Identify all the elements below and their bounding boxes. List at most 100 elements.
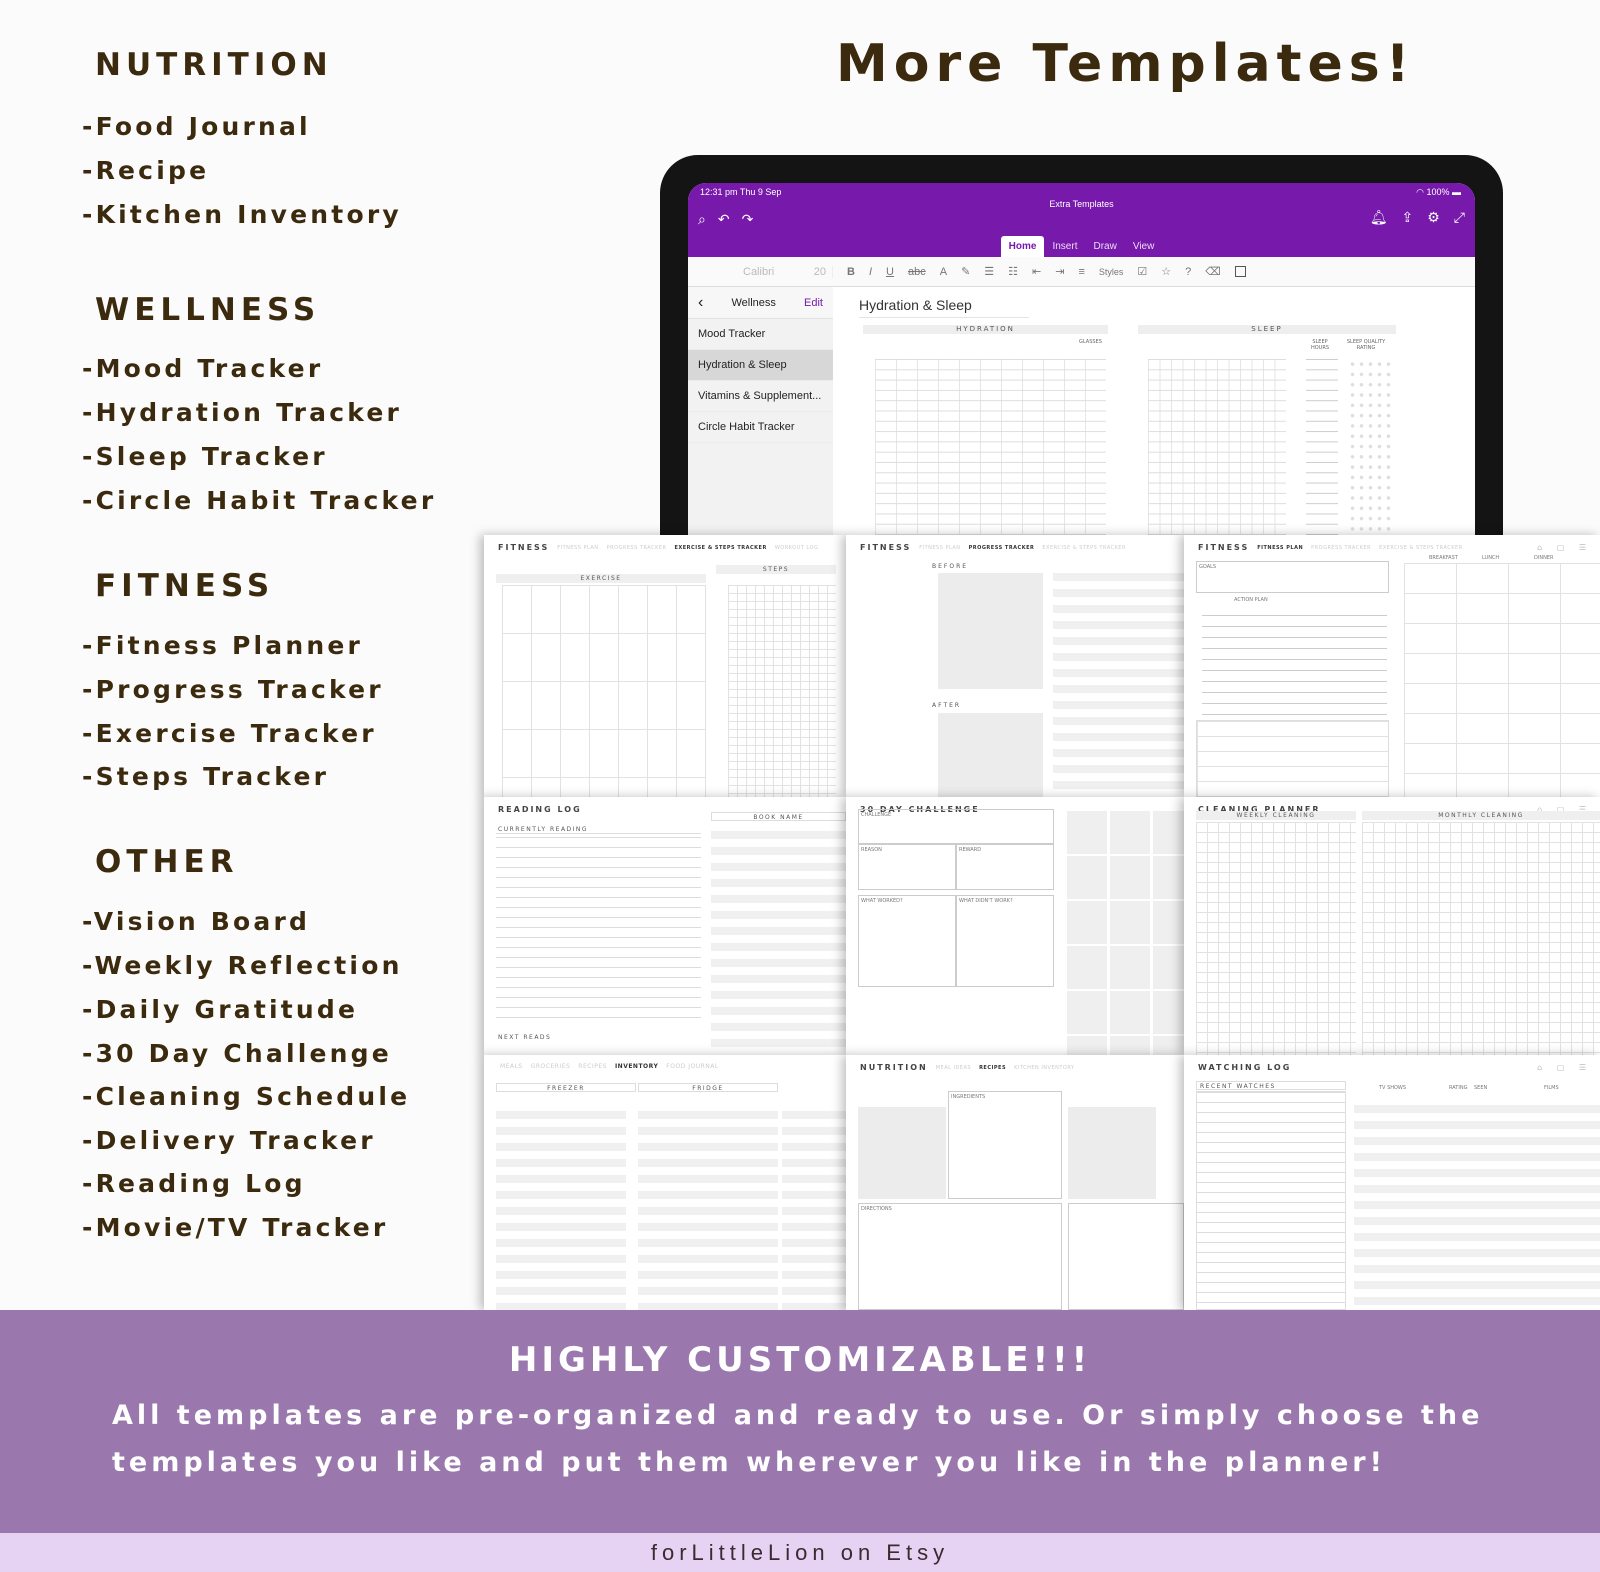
list-item: -Recipe xyxy=(82,156,210,185)
challenge-box[interactable]: CHALLENGE xyxy=(858,809,1054,844)
page-canvas[interactable]: Hydration & Sleep HYDRATION GLASSES SLEE… xyxy=(833,287,1475,555)
sleep-hours-label: SLEEP HOURS xyxy=(1310,339,1329,351)
font-size-select[interactable]: 20 xyxy=(814,266,832,278)
indent-icon[interactable]: ⇥ xyxy=(1055,265,1064,278)
highlight-icon[interactable]: ✎ xyxy=(961,265,970,278)
crumb-link[interactable]: RECIPES xyxy=(578,1063,607,1070)
crumb-link[interactable]: MEALS xyxy=(500,1063,523,1070)
star-icon[interactable]: ☆ xyxy=(1161,265,1171,278)
monthly-cleaning-header: MONTHLY CLEANING xyxy=(1362,811,1600,820)
card-title: FITNESS xyxy=(498,543,550,552)
template-card-reading-log[interactable]: READING LOG CURRENTLY READING NEXT READS… xyxy=(484,797,846,1055)
tab-insert[interactable]: Insert xyxy=(1044,236,1085,257)
crumb-link[interactable]: FITNESS PLAN xyxy=(919,545,960,551)
bullets-icon[interactable]: ☰ xyxy=(984,265,994,278)
directions-box-2[interactable] xyxy=(1068,1203,1184,1310)
seen-label: SEEN xyxy=(1474,1085,1488,1091)
format-toolbar: Calibri 20 B I U abc A ✎ ☰ ☷ ⇤ ⇥ ≡ Styles… xyxy=(688,257,1475,287)
font-color-button[interactable]: A xyxy=(940,266,947,278)
underline-button[interactable]: U xyxy=(886,266,894,278)
sticky-note-icon[interactable] xyxy=(1234,266,1246,277)
reason-box[interactable]: REASON xyxy=(858,844,956,890)
weekly-cleaning-grid xyxy=(1196,822,1356,1055)
template-card-progress-tracker[interactable]: FITNESS FITNESS PLAN PROGRESS TRACKER EX… xyxy=(846,535,1184,797)
crumb-link[interactable]: FITNESS PLAN xyxy=(557,545,598,551)
list-item: -Movie/TV Tracker xyxy=(82,1213,389,1242)
tab-draw[interactable]: Draw xyxy=(1085,236,1124,257)
font-name-select[interactable]: Calibri 20 xyxy=(743,265,833,278)
tab-view[interactable]: View xyxy=(1125,236,1163,257)
glasses-label: GLASSES xyxy=(1079,339,1102,345)
page-item-hydration-sleep[interactable]: Hydration & Sleep xyxy=(688,350,833,381)
list-item: -Delivery Tracker xyxy=(82,1126,376,1155)
list-item: -Mood Tracker xyxy=(82,354,324,383)
what-worked-box[interactable]: WHAT WORKED? xyxy=(858,895,956,987)
italic-button[interactable]: I xyxy=(869,266,872,278)
search-icon[interactable]: ⌕ xyxy=(698,211,706,228)
outdent-icon[interactable]: ⇤ xyxy=(1032,265,1041,278)
clear-format-icon[interactable]: ⌫ xyxy=(1205,265,1221,278)
reward-box[interactable]: REWARD xyxy=(956,844,1054,890)
crumb-link[interactable]: WORKOUT LOG xyxy=(775,545,819,551)
main-title: More Templates! xyxy=(836,34,1416,94)
todo-icon[interactable]: ☑ xyxy=(1137,265,1147,278)
card-toolbar-icons[interactable]: ⌂ ▢ ☰ xyxy=(1537,543,1592,552)
template-card-cleaning-planner[interactable]: CLEANING PLANNER ⌂ ▢ ☰ WEEKLY CLEANING M… xyxy=(1184,797,1600,1055)
gear-icon[interactable]: ⚙ xyxy=(1427,209,1440,226)
crumb-link[interactable]: PROGRESS TRACKER xyxy=(1311,545,1371,551)
redo-icon[interactable]: ↷ xyxy=(742,211,754,228)
crumb-link[interactable]: EXERCISE & STEPS TRACKER xyxy=(1042,545,1126,551)
tab-home[interactable]: Home xyxy=(1000,236,1045,257)
crumb-link[interactable]: FOOD JOURNAL xyxy=(666,1063,718,1070)
expand-icon[interactable]: ⤢ xyxy=(1454,209,1465,226)
bell-icon[interactable]: 🔔︎ xyxy=(1370,209,1388,226)
recipe-photo-box[interactable] xyxy=(858,1107,946,1199)
page-item-mood-tracker[interactable]: Mood Tracker xyxy=(688,319,833,350)
recipe-photo-box-2[interactable] xyxy=(1068,1107,1156,1199)
template-card-recipes[interactable]: NUTRITION MEAL IDEAS RECIPES KITCHEN INV… xyxy=(846,1055,1184,1310)
page-title[interactable]: Hydration & Sleep xyxy=(859,297,1029,318)
crumb-link[interactable]: MEAL IDEAS xyxy=(936,1065,971,1071)
template-card-30-day-challenge[interactable]: 30 DAY CHALLENGE CHALLENGE REASON REWARD… xyxy=(846,797,1184,1055)
crumb-link-active[interactable]: RECIPES xyxy=(979,1065,1006,1071)
action-plan-lines xyxy=(1202,605,1387,715)
template-card-watching-log[interactable]: WATCHING LOG ⌂ ▢ ☰ RECENT WATCHES TV SHO… xyxy=(1184,1055,1600,1310)
list-item: -Steps Tracker xyxy=(82,762,330,791)
numbering-icon[interactable]: ☷ xyxy=(1008,265,1018,278)
crumb-link-active[interactable]: EXERCISE & STEPS TRACKER xyxy=(675,545,767,551)
crumb-link-active[interactable]: FITNESS PLAN xyxy=(1257,545,1303,551)
directions-box[interactable]: DIRECTIONS xyxy=(858,1203,1062,1310)
template-card-fitness-plan[interactable]: FITNESS FITNESS PLAN PROGRESS TRACKER EX… xyxy=(1184,535,1600,797)
edit-button[interactable]: Edit xyxy=(804,297,823,309)
crumb-link-active[interactable]: PROGRESS TRACKER xyxy=(969,545,1035,551)
dinner-label: DINNER xyxy=(1534,555,1554,561)
steps-header: STEPS xyxy=(716,565,836,574)
share-icon[interactable]: ⇪ xyxy=(1402,209,1414,226)
strikethrough-button[interactable]: abc xyxy=(908,266,926,278)
what-didnt-work-box[interactable]: WHAT DIDN'T WORK? xyxy=(956,895,1054,987)
card-toolbar-icons[interactable]: ⌂ ▢ ☰ xyxy=(1537,1063,1592,1072)
align-icon[interactable]: ≡ xyxy=(1078,266,1084,278)
back-icon[interactable]: ‹ xyxy=(698,294,703,312)
page-item-circle-habit[interactable]: Circle Habit Tracker xyxy=(688,412,833,443)
fridge-table xyxy=(638,1103,778,1310)
bold-button[interactable]: B xyxy=(847,266,855,278)
goals-box[interactable]: GOALS xyxy=(1196,561,1389,593)
list-item: -Hydration Tracker xyxy=(82,398,403,427)
template-card-kitchen-inventory[interactable]: MEALS GROCERIES RECIPES INVENTORY FOOD J… xyxy=(484,1055,846,1310)
before-photo-box[interactable] xyxy=(938,573,1043,689)
crumb-link[interactable]: KITCHEN INVENTORY xyxy=(1014,1065,1075,1071)
ingredients-box[interactable]: INGREDIENTS xyxy=(948,1091,1062,1199)
crumb-link-active[interactable]: INVENTORY xyxy=(615,1063,658,1070)
crumb-link[interactable]: EXERCISE & STEPS TRACKER xyxy=(1379,545,1463,551)
styles-button[interactable]: Styles xyxy=(1099,267,1124,277)
card-title: FITNESS xyxy=(1198,543,1250,552)
crumb-link[interactable]: PROGRESS TRACKER xyxy=(607,545,667,551)
before-label: BEFORE xyxy=(932,563,969,570)
page-item-vitamins[interactable]: Vitamins & Supplement... xyxy=(688,381,833,412)
template-card-exercise-steps[interactable]: FITNESS FITNESS PLAN PROGRESS TRACKER EX… xyxy=(484,535,846,797)
question-icon[interactable]: ? xyxy=(1185,266,1191,278)
undo-icon[interactable]: ↶ xyxy=(718,211,730,228)
crumb-link[interactable]: GROCERIES xyxy=(531,1063,571,1070)
after-photo-box[interactable] xyxy=(938,713,1043,797)
